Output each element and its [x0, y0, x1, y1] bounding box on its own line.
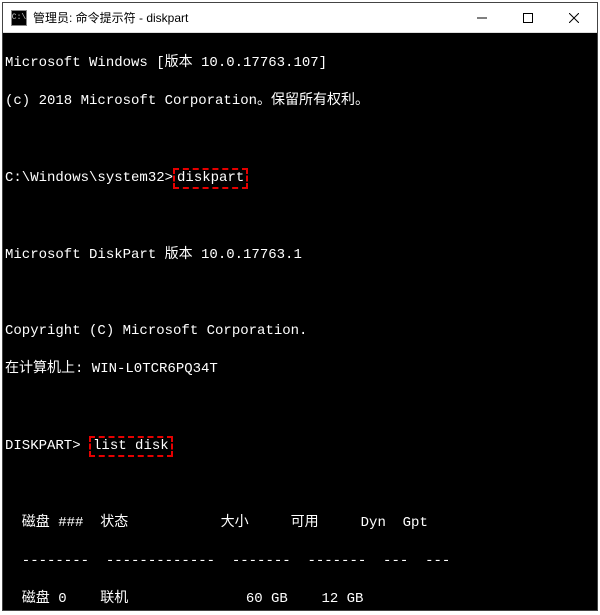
table-header: 磁盘 ### 状态 大小 可用 Dyn Gpt — [5, 514, 597, 533]
blank-line — [5, 398, 597, 417]
minimize-icon — [477, 13, 487, 23]
output-line: Copyright (C) Microsoft Corporation. — [5, 322, 597, 341]
output-line: 在计算机上: WIN-L0TCR6PQ34T — [5, 360, 597, 379]
titlebar[interactable]: C:\ 管理员: 命令提示符 - diskpart — [3, 3, 597, 33]
blank-line — [5, 208, 597, 227]
maximize-button[interactable] — [505, 3, 551, 33]
close-icon — [569, 13, 579, 23]
minimize-button[interactable] — [459, 3, 505, 33]
maximize-icon — [523, 13, 533, 23]
highlighted-command-list-disk: list disk — [89, 436, 173, 457]
table-rule: -------- ------------- ------- ------- -… — [5, 552, 597, 571]
output-line: (c) 2018 Microsoft Corporation。保留所有权利。 — [5, 92, 597, 111]
prompt-prefix: C:\Windows\system32> — [5, 170, 173, 186]
output-line: Microsoft Windows [版本 10.0.17763.107] — [5, 54, 597, 73]
window-title: 管理员: 命令提示符 - diskpart — [33, 9, 188, 26]
cmd-window: C:\ 管理员: 命令提示符 - diskpart Microsoft Wind… — [2, 2, 598, 611]
close-button[interactable] — [551, 3, 597, 33]
blank-line — [5, 476, 597, 495]
table-row: 磁盘 0 联机 60 GB 12 GB — [5, 590, 597, 609]
blank-line — [5, 284, 597, 303]
blank-line — [5, 130, 597, 149]
prompt-line: C:\Windows\system32>diskpart — [5, 168, 597, 189]
highlighted-command-diskpart: diskpart — [173, 168, 248, 189]
output-line: Microsoft DiskPart 版本 10.0.17763.1 — [5, 246, 597, 265]
cmd-icon: C:\ — [11, 10, 27, 26]
prompt-line: DISKPART> list disk — [5, 436, 597, 457]
terminal-output[interactable]: Microsoft Windows [版本 10.0.17763.107] (c… — [3, 33, 597, 610]
prompt-prefix: DISKPART> — [5, 438, 81, 454]
